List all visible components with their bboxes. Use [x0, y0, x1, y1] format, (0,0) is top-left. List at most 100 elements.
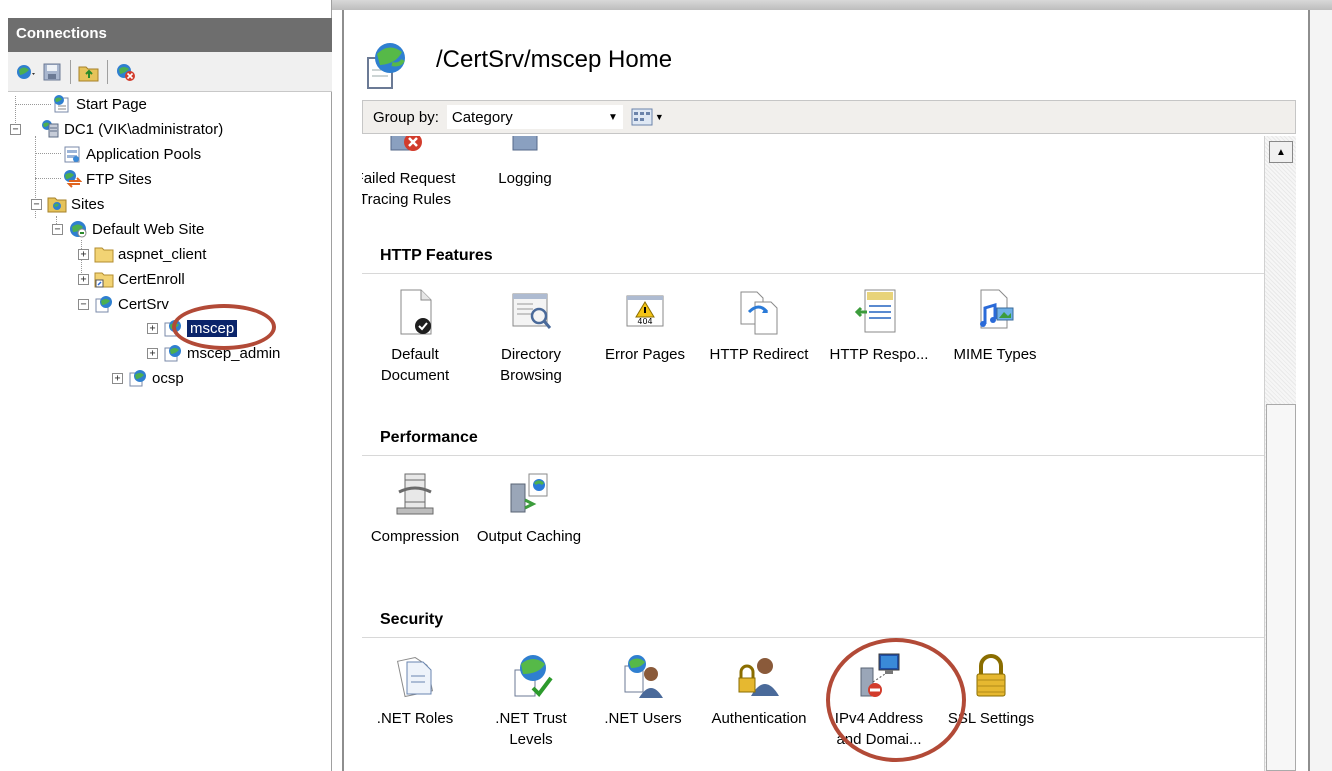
application-pools-icon — [62, 144, 82, 164]
tree-node-server[interactable]: − DC1 (VIK\administrator) — [10, 117, 223, 141]
feature-logging[interactable]: Logging — [470, 136, 580, 189]
expand-icon[interactable]: + — [112, 372, 123, 384]
tree-label: DC1 (VIK\administrator) — [64, 120, 224, 138]
expand-icon[interactable]: + — [78, 273, 89, 285]
section-title: Performance — [380, 429, 478, 446]
tree-label: FTP Sites — [86, 170, 152, 188]
feature-label: HTTP Respo... — [829, 346, 929, 363]
tree-label: CertEnroll — [118, 270, 185, 288]
vertical-scrollbar[interactable]: ▲ — [1264, 136, 1296, 771]
feature-label: Default Document — [380, 346, 450, 384]
section-performance: Performance — [362, 422, 1264, 456]
up-folder-icon[interactable] — [77, 60, 101, 84]
connections-toolbar — [8, 52, 332, 92]
failed-request-icon — [390, 136, 422, 151]
feature-label: Error Pages — [604, 346, 686, 363]
directory-browsing-icon — [512, 293, 552, 329]
feature-label: HTTP Redirect — [709, 346, 809, 363]
home-globe-icon — [362, 40, 418, 96]
tree-node-ftp-sites[interactable]: FTP Sites — [62, 167, 152, 191]
feature-net-trust-levels[interactable]: .NET Trust Levels — [476, 652, 586, 750]
group-by-value: Category — [451, 108, 513, 126]
tree-node-start-page[interactable]: Start Page — [52, 92, 147, 116]
tree-label: Start Page — [76, 95, 147, 113]
connections-header: Connections — [8, 18, 332, 52]
tree-label: ocsp — [152, 369, 184, 387]
group-by-bar: Group by: Category ▼ ▼ — [362, 100, 1296, 134]
connections-tree: Start Page − DC1 (VIK\administrator) App… — [8, 92, 326, 771]
server-icon — [40, 119, 60, 139]
feature-label: .NET Trust Levels — [495, 710, 567, 748]
output-caching-icon — [510, 473, 548, 513]
sites-folder-icon — [47, 194, 67, 214]
http-redirect-icon — [740, 291, 778, 335]
tree-label: Application Pools — [86, 145, 202, 163]
feature-mime-types[interactable]: MIME Types — [940, 288, 1050, 365]
feature-label: Failed Request Tracing Rules — [362, 170, 456, 208]
feature-http-redirect[interactable]: HTTP Redirect — [704, 288, 814, 365]
toolbar-separator — [70, 59, 71, 84]
web-site-globe-icon — [68, 219, 88, 239]
feature-default-document[interactable]: Default Document — [362, 288, 470, 386]
svg-text:404: 404 — [637, 317, 652, 326]
collapse-icon[interactable]: − — [78, 298, 89, 310]
application-icon — [128, 368, 148, 388]
tree-node-aspnet-client[interactable]: + aspnet_client — [78, 242, 206, 266]
net-users-icon — [624, 655, 663, 698]
feature-authentication[interactable]: Authentication — [704, 652, 814, 729]
tree-node-certenroll[interactable]: + CertEnroll — [78, 267, 185, 291]
feature-output-caching[interactable]: Output Caching — [474, 470, 584, 547]
page-title: /CertSrv/mscep Home — [436, 46, 673, 73]
expand-icon[interactable]: + — [78, 248, 89, 260]
ssl-lock-icon — [976, 654, 1006, 697]
connect-icon[interactable] — [14, 60, 38, 84]
disconnect-icon[interactable] — [114, 60, 138, 84]
save-icon[interactable] — [40, 60, 64, 84]
mime-types-icon — [980, 289, 1014, 329]
feature-net-roles[interactable]: .NET Roles — [362, 652, 470, 729]
feature-compression[interactable]: Compression — [362, 470, 470, 547]
feature-error-pages[interactable]: 404 Error Pages — [590, 288, 700, 365]
collapse-icon[interactable]: − — [10, 123, 21, 135]
feature-directory-browsing[interactable]: Directory Browsing — [476, 288, 586, 386]
chevron-down-icon: ▼ — [654, 112, 664, 122]
tree-label: Sites — [71, 195, 105, 213]
tree-node-default-web-site[interactable]: − Default Web Site — [52, 217, 204, 241]
highlight-ring — [172, 304, 276, 350]
tree-label: CertSrv — [118, 295, 169, 313]
tree-node-sites[interactable]: − Sites — [31, 192, 104, 216]
feature-label: .NET Roles — [376, 710, 454, 727]
collapse-icon[interactable]: − — [31, 198, 42, 210]
tree-node-application-pools[interactable]: Application Pools — [62, 142, 201, 166]
toolbar-separator — [107, 59, 108, 84]
feature-http-response-headers[interactable]: HTTP Respo... — [824, 288, 934, 365]
compression-icon — [396, 473, 434, 515]
chevron-down-icon: ▼ — [607, 111, 618, 123]
expand-icon[interactable]: + — [147, 347, 158, 359]
view-mode-button[interactable]: ▼ — [631, 108, 664, 126]
tree-label: aspnet_client — [118, 245, 207, 263]
section-http-features: HTTP Features — [362, 240, 1264, 274]
feature-label: MIME Types — [953, 346, 1037, 363]
group-by-select[interactable]: Category ▼ — [446, 105, 623, 129]
feature-net-users[interactable]: .NET Users — [588, 652, 698, 729]
net-trust-icon — [514, 655, 553, 698]
expand-icon[interactable]: + — [147, 322, 158, 334]
start-page-icon — [52, 94, 72, 114]
tree-node-certsrv[interactable]: − CertSrv — [78, 292, 169, 316]
highlight-ring — [826, 638, 966, 762]
ftp-sites-icon — [62, 169, 83, 189]
tree-node-ocsp[interactable]: + ocsp — [112, 366, 184, 390]
section-title: HTTP Features — [380, 247, 493, 264]
feature-failed-request-tracing[interactable]: Failed Request Tracing Rules — [362, 136, 460, 210]
net-roles-icon — [396, 657, 434, 698]
scrollbar-thumb[interactable] — [1266, 404, 1296, 771]
scroll-up-icon[interactable]: ▲ — [1269, 141, 1293, 163]
authentication-icon — [738, 658, 779, 696]
features-view: Failed Request Tracing Rules Logging HTT… — [362, 136, 1264, 771]
feature-label: Directory Browsing — [500, 346, 562, 384]
logging-icon — [512, 136, 538, 151]
http-response-icon — [855, 289, 896, 333]
feature-label: Output Caching — [476, 528, 582, 545]
collapse-icon[interactable]: − — [52, 223, 63, 235]
